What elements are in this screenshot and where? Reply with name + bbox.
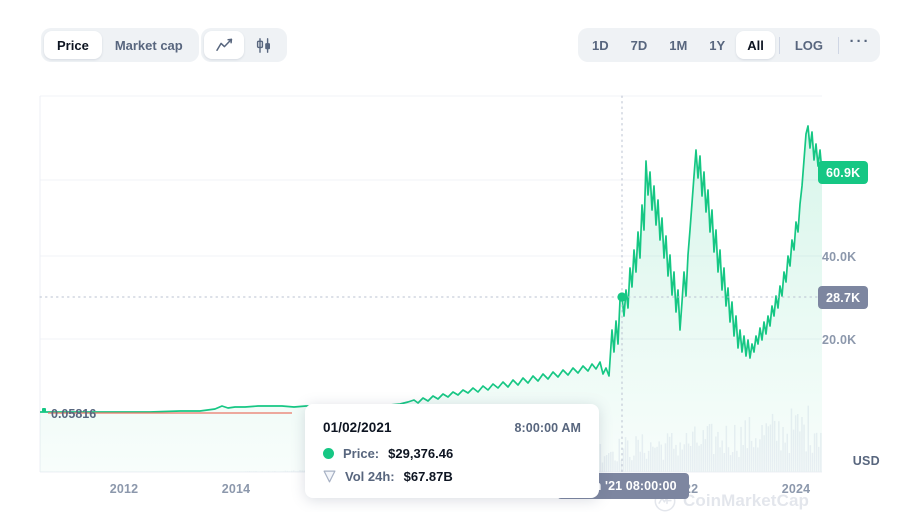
line-chart-icon (215, 38, 232, 51)
crosshair-price-badge: 28.7K (818, 286, 869, 309)
all-time-low-value: 0.05816 (51, 407, 97, 421)
tooltip-header: 01/02/2021 8:00:00 AM (323, 420, 581, 435)
price-marker-icon (323, 448, 334, 459)
tooltip-price-label: Price: (343, 446, 380, 461)
currency-label: USD (852, 454, 880, 468)
y-tick-20k: 20.0K (822, 333, 857, 347)
metric-toggle-group: Price Market cap (41, 28, 199, 62)
tooltip-price-value: $29,376.46 (388, 446, 454, 461)
all-time-low-marker-icon (42, 408, 46, 412)
chart-canvas[interactable]: 40.0K 20.0K 60.9K 28.7K USD 0.05816 Coin… (0, 86, 911, 512)
range-1y[interactable]: 1Y (698, 31, 736, 59)
chart-tooltip: 01/02/2021 8:00:00 AM Price: $29,376.46 … (305, 404, 599, 498)
y-tick-40k: 40.0K (822, 250, 857, 264)
tooltip-date: 01/02/2021 (323, 420, 392, 435)
volume-shield-icon (323, 470, 336, 483)
toolbar-divider (778, 36, 780, 54)
tooltip-time: 8:00:00 AM (514, 421, 581, 435)
crosshair-point (617, 292, 627, 302)
toolbar-divider (838, 36, 839, 54)
metric-tab-market-cap[interactable]: Market cap (102, 31, 196, 59)
chart-type-group (201, 28, 287, 62)
candlestick-icon-button[interactable] (244, 31, 284, 59)
metric-tab-price[interactable]: Price (44, 31, 102, 59)
x-tick-2014: 2014 (221, 482, 251, 496)
line-chart-icon-button[interactable] (204, 31, 244, 59)
log-scale-button[interactable]: LOG (784, 31, 834, 59)
price-chart-page: Price Market cap 1D 7D 1M 1Y All LOG ···… (0, 0, 911, 512)
x-tick-2024: 2024 (781, 482, 811, 496)
candlestick-icon (256, 37, 270, 53)
range-selector-group: 1D 7D 1M 1Y All LOG ··· (577, 28, 880, 62)
tooltip-volume-value: $67.87B (403, 469, 453, 484)
all-time-low-label: 0.05816 (42, 407, 96, 421)
x-tick-2012: 2012 (109, 482, 139, 496)
chart-toolbar: Price Market cap 1D 7D 1M 1Y All LOG ··· (0, 0, 911, 86)
tooltip-volume-row: Vol 24h: $67.87B (323, 469, 581, 484)
tooltip-price-row: Price: $29,376.46 (323, 446, 581, 461)
range-7d[interactable]: 7D (620, 31, 659, 59)
range-1m[interactable]: 1M (658, 31, 698, 59)
tooltip-volume-label: Vol 24h: (345, 469, 395, 484)
last-price-badge: 60.9K (818, 161, 869, 184)
range-all[interactable]: All (736, 31, 775, 59)
more-options-icon[interactable]: ··· (843, 28, 877, 62)
range-1d[interactable]: 1D (581, 31, 620, 59)
